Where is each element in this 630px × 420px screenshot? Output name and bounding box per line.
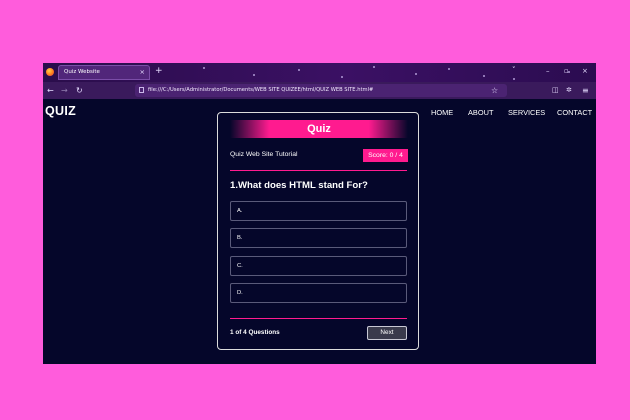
app-menu-icon[interactable]: ≡ <box>582 82 589 99</box>
minimize-icon[interactable]: – <box>546 64 550 79</box>
tab-quiz-website[interactable]: Quiz Website × <box>58 65 150 80</box>
header-divider <box>230 170 407 171</box>
nav-about[interactable]: ABOUT <box>468 108 493 117</box>
firefox-logo-icon <box>46 68 54 76</box>
url-text: file:///C:/Users/Administrator/Documents… <box>148 87 374 93</box>
page-content: QUIZ HOME ABOUT SERVICES CONTACT Quiz Qu… <box>43 99 596 364</box>
back-icon[interactable]: ← <box>47 82 54 99</box>
navigation-toolbar: ← → ↻ file:///C:/Users/Administrator/Doc… <box>43 82 596 99</box>
extensions-icon[interactable]: ✲ <box>566 82 572 99</box>
footer-divider <box>230 318 407 319</box>
address-bar[interactable]: file:///C:/Users/Administrator/Documents… <box>135 84 507 97</box>
new-tab-icon[interactable]: + <box>155 65 163 78</box>
tab-title: Quiz Website <box>64 69 100 75</box>
score-badge: Score: 0 / 4 <box>363 149 408 162</box>
file-icon <box>139 87 144 93</box>
option-d[interactable]: D. <box>230 283 407 303</box>
next-button[interactable]: Next <box>367 326 407 340</box>
tab-close-icon[interactable]: × <box>140 66 145 79</box>
option-b[interactable]: B. <box>230 228 407 248</box>
quiz-card: Quiz Quiz Web Site Tutorial Score: 0 / 4… <box>217 112 419 350</box>
forward-icon[interactable]: → <box>61 82 68 99</box>
nav-home[interactable]: HOME <box>431 108 453 117</box>
option-c[interactable]: C. <box>230 256 407 276</box>
restore-icon[interactable]: ▫ <box>564 64 569 79</box>
browser-window: Quiz Website × + ˅ – ▫ × ← → ↻ file:///C… <box>43 63 596 364</box>
list-tabs-icon[interactable]: ˅ <box>512 64 516 77</box>
pocket-icon[interactable]: ◫ <box>552 82 559 99</box>
bookmark-star-icon[interactable]: ☆ <box>491 82 498 99</box>
tab-bar: Quiz Website × + ˅ – ▫ × <box>43 63 596 82</box>
nav-contact[interactable]: CONTACT <box>557 108 592 117</box>
question-text: 1.What does HTML stand For? <box>230 180 368 191</box>
question-progress: 1 of 4 Questions <box>230 329 280 336</box>
quiz-title: Quiz <box>230 120 408 138</box>
option-a[interactable]: A. <box>230 201 407 221</box>
close-window-icon[interactable]: × <box>582 64 588 79</box>
site-logo[interactable]: QUIZ <box>45 104 76 118</box>
reload-icon[interactable]: ↻ <box>76 82 83 99</box>
quiz-subtitle: Quiz Web Site Tutorial <box>230 151 298 158</box>
nav-services[interactable]: SERVICES <box>508 108 545 117</box>
